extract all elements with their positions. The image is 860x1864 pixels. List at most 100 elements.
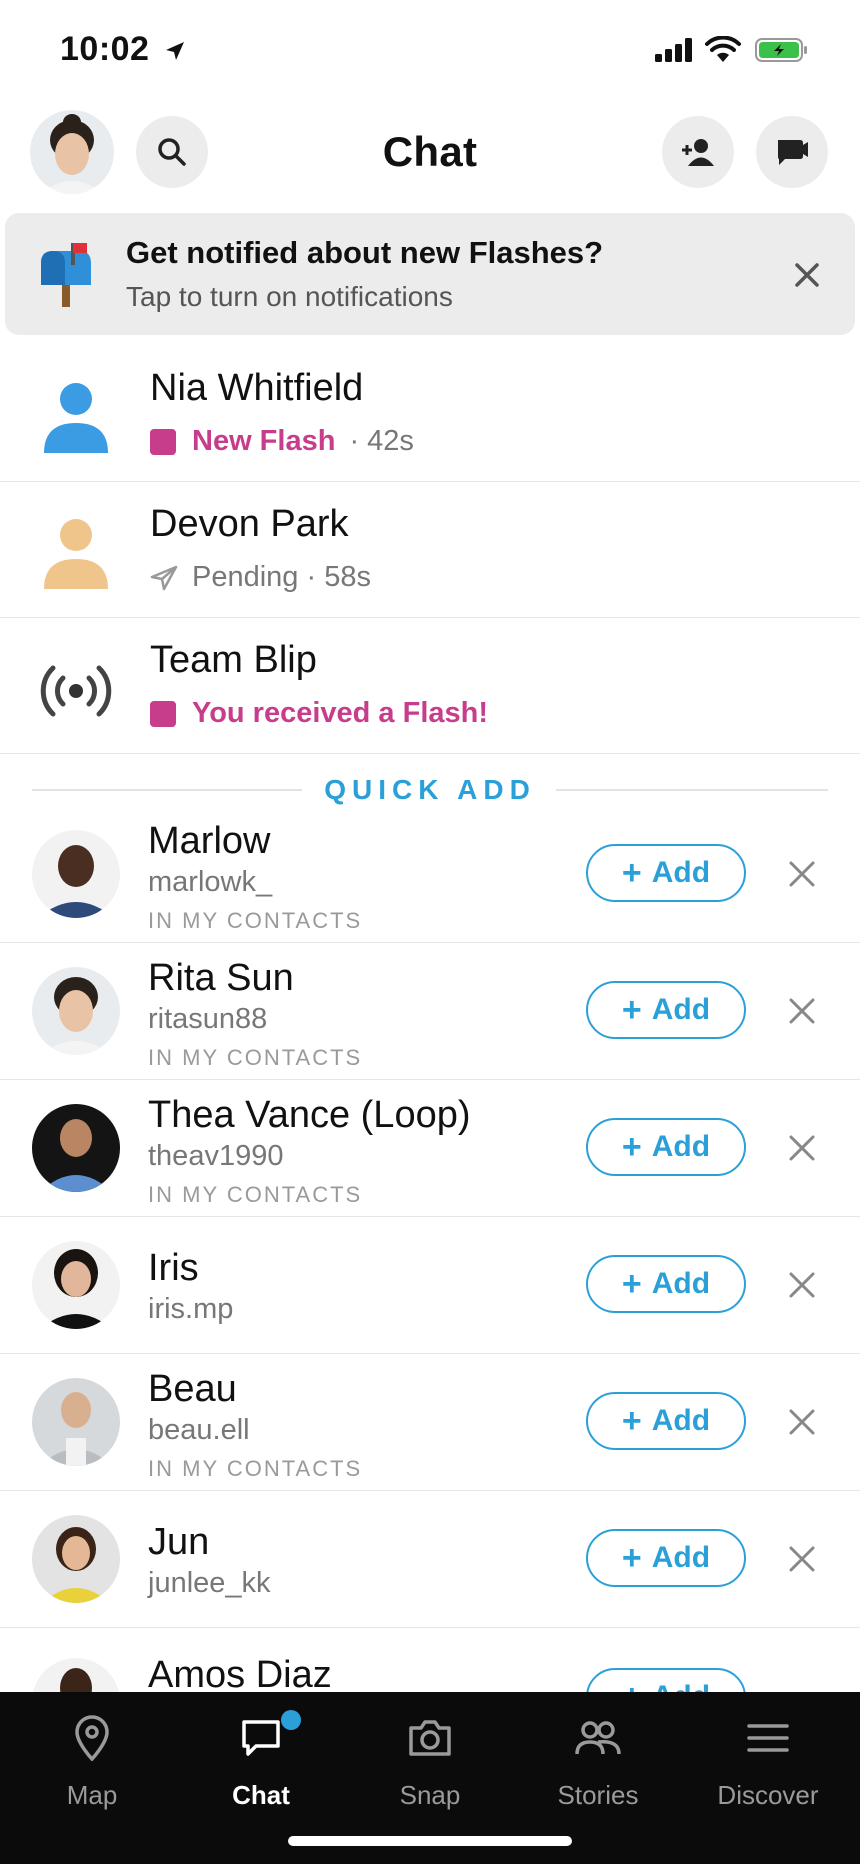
- close-icon[interactable]: [789, 257, 825, 293]
- tab-snap[interactable]: Snap: [344, 1710, 516, 1811]
- tab-map[interactable]: Map: [6, 1710, 178, 1811]
- chat-status: New Flash · 42s: [150, 425, 414, 458]
- plus-icon: +: [621, 1538, 642, 1577]
- contact-username: marlowk_: [148, 866, 273, 898]
- close-icon[interactable]: [788, 860, 816, 888]
- add-button-label: Add: [651, 1267, 711, 1300]
- location-arrow-icon: [166, 42, 184, 60]
- add-button-label: Add: [651, 1130, 711, 1163]
- new-chat-icon: [778, 140, 808, 165]
- contact-tag: IN MY CONTACTS: [148, 1456, 363, 1481]
- quick-add-row[interactable]: Iris iris.mp + Add: [0, 1217, 860, 1354]
- quick-add-row[interactable]: Thea Vance (Loop) theav1990 IN MY CONTAC…: [0, 1080, 860, 1217]
- broadcast-icon: [40, 665, 112, 717]
- header: Chat: [0, 100, 860, 210]
- tab-label: Chat: [232, 1780, 290, 1810]
- contact-tag: IN MY CONTACTS: [148, 908, 363, 933]
- close-icon[interactable]: [788, 1271, 816, 1299]
- chat-row[interactable]: Nia Whitfield New Flash · 42s: [0, 345, 860, 482]
- plus-icon: +: [621, 1127, 642, 1166]
- add-button-label: Add: [651, 1404, 711, 1437]
- flash-indicator-icon: [150, 700, 176, 727]
- avatar: [32, 1241, 120, 1329]
- banner-subtitle: Tap to turn on notifications: [126, 281, 453, 312]
- quick-add-row[interactable]: Jun junlee_kk + Add: [0, 1491, 860, 1628]
- notification-dot: [281, 1710, 301, 1730]
- chat-name: Nia Whitfield: [150, 367, 364, 409]
- plus-icon: +: [621, 990, 642, 1029]
- plus-icon: +: [621, 1401, 642, 1440]
- close-icon[interactable]: [788, 1408, 816, 1436]
- map-pin-icon: [75, 1715, 109, 1761]
- chat-time: · 42s: [349, 425, 414, 457]
- divider: [556, 789, 828, 791]
- chat-name: Devon Park: [150, 503, 349, 545]
- contact-tag: IN MY CONTACTS: [148, 1045, 363, 1070]
- contact-name: Marlow: [148, 820, 271, 862]
- notification-banner[interactable]: Get notified about new Flashes? Tap to t…: [5, 213, 855, 335]
- contact-name: Jun: [148, 1521, 210, 1563]
- contact-username: junlee_kk: [148, 1567, 271, 1599]
- chat-row[interactable]: Devon Park Pending · 58s: [0, 481, 860, 618]
- battery-icon: [755, 38, 807, 62]
- avatar: [32, 967, 120, 1055]
- chat-status: You received a Flash!: [150, 697, 488, 730]
- home-indicator[interactable]: [288, 1836, 572, 1846]
- close-icon[interactable]: [788, 1134, 816, 1162]
- chat-bubble-icon: [242, 1720, 280, 1756]
- chat-row[interactable]: Team Blip You received a Flash!: [0, 617, 860, 754]
- add-button[interactable]: + Add: [586, 1392, 746, 1450]
- stories-icon: [575, 1721, 621, 1755]
- contact-username: ritasun88: [148, 1003, 268, 1035]
- contact-name: Thea Vance (Loop): [148, 1094, 471, 1136]
- avatar: [32, 1104, 120, 1192]
- cellular-signal-icon: [655, 38, 692, 62]
- add-friend-button[interactable]: [662, 116, 734, 188]
- contact-username: iris.mp: [148, 1293, 234, 1325]
- wifi-icon: [705, 36, 741, 62]
- new-chat-button[interactable]: [756, 116, 828, 188]
- status-time: 10:02: [60, 30, 150, 68]
- tab-chat[interactable]: Chat: [175, 1710, 347, 1811]
- add-friend-icon: [682, 139, 714, 166]
- contact-name: Amos Diaz: [148, 1654, 332, 1696]
- chat-status-text: New Flash: [192, 425, 336, 457]
- add-button[interactable]: + Add: [586, 1255, 746, 1313]
- add-button-label: Add: [651, 1541, 711, 1574]
- pending-arrow-icon: [150, 565, 178, 590]
- menu-icon: [747, 1724, 789, 1752]
- add-button[interactable]: + Add: [586, 844, 746, 902]
- avatar: [32, 1515, 120, 1603]
- camera-icon: [409, 1720, 451, 1756]
- status-bar: 10:02: [0, 0, 860, 100]
- add-button-label: Add: [651, 856, 711, 889]
- contact-tag: IN MY CONTACTS: [148, 1182, 363, 1207]
- add-button[interactable]: + Add: [586, 981, 746, 1039]
- add-button[interactable]: + Add: [586, 1118, 746, 1176]
- close-icon[interactable]: [788, 997, 816, 1025]
- quick-add-header: QUICK ADD: [32, 770, 828, 810]
- contact-name: Iris: [148, 1247, 199, 1289]
- quick-add-row[interactable]: Beau beau.ell IN MY CONTACTS + Add: [0, 1354, 860, 1491]
- contact-username: theav1990: [148, 1140, 284, 1172]
- chat-status: Pending · 58s: [150, 561, 371, 594]
- contact-name: Rita Sun: [148, 957, 294, 999]
- tab-label: Snap: [399, 1780, 461, 1810]
- avatar: [32, 1378, 120, 1466]
- mailbox-icon: [41, 243, 91, 307]
- add-button-label: Add: [651, 993, 711, 1026]
- add-button[interactable]: + Add: [586, 1529, 746, 1587]
- contact-username: beau.ell: [148, 1414, 250, 1446]
- close-icon[interactable]: [788, 1545, 816, 1573]
- tab-label: Stories: [557, 1780, 639, 1810]
- quick-add-row[interactable]: Rita Sun ritasun88 IN MY CONTACTS + Add: [0, 943, 860, 1080]
- tab-label: Discover: [717, 1780, 819, 1810]
- avatar: [32, 830, 120, 918]
- tab-discover[interactable]: Discover: [682, 1710, 854, 1811]
- tab-label: Map: [66, 1780, 118, 1810]
- chat-name: Team Blip: [150, 639, 317, 681]
- person-icon: [44, 383, 108, 453]
- flash-indicator-icon: [150, 428, 176, 455]
- tab-stories[interactable]: Stories: [512, 1710, 684, 1811]
- quick-add-row[interactable]: Marlow marlowk_ IN MY CONTACTS + Add: [0, 806, 860, 943]
